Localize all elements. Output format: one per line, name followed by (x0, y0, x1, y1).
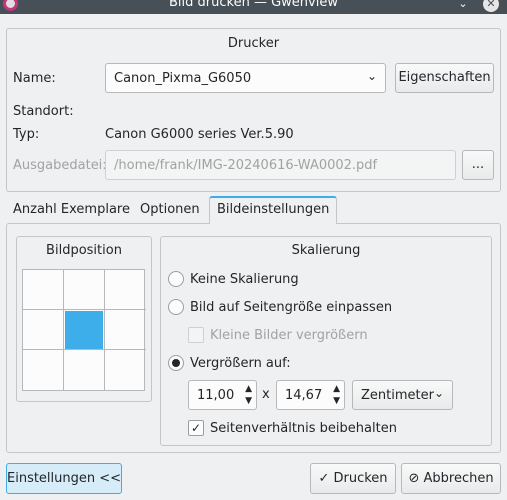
close-icon[interactable]: ✕ (483, 0, 499, 12)
width-spinbox[interactable]: 11,00 ▲ ▼ (188, 380, 257, 410)
chevron-down-icon: ⌄ (366, 69, 377, 83)
tab-image-settings[interactable]: Bildeinstellungen (209, 196, 338, 224)
fit-page-label[interactable]: Bild auf Seitengröße einpassen (190, 300, 392, 315)
print-button[interactable]: ✓ Drucken (310, 463, 396, 494)
keep-ratio-label[interactable]: Seitenverhältnis beibehalten (210, 421, 397, 436)
position-bottom-center[interactable] (64, 350, 105, 390)
enlarge-small-checkbox[interactable] (188, 327, 204, 343)
check-icon: ✓ (318, 471, 330, 486)
output-file-label: Ausgabedatei: (13, 158, 107, 173)
print-button-label: Drucken (333, 471, 388, 486)
properties-button[interactable]: Eigenschaften (395, 63, 494, 93)
position-top-right[interactable] (105, 270, 146, 310)
scale-to-label[interactable]: Vergrößern auf: (190, 356, 291, 371)
no-scaling-radio[interactable] (168, 271, 184, 287)
output-file-field[interactable]: /home/frank/IMG-20240616-WA0002.pdf (105, 150, 456, 180)
cancel-icon: ⊘ (408, 471, 420, 486)
position-bottom-left[interactable] (23, 350, 64, 390)
fit-page-radio[interactable] (168, 299, 184, 315)
tab-options[interactable]: Optionen (133, 196, 207, 224)
chevron-down-icon: ⌄ (433, 386, 444, 400)
no-scaling-label[interactable]: Keine Skalierung (190, 272, 299, 287)
unit-select[interactable]: Zentimeter ⌄ (352, 380, 453, 410)
location-label: Standort: (13, 104, 74, 119)
image-position-title: Bildposition (46, 243, 122, 258)
unit-select-value: Zentimeter (361, 388, 434, 403)
position-center-selected (65, 311, 103, 349)
tab-copies[interactable]: Anzahl Exemplare (6, 196, 137, 224)
image-position-grid (22, 269, 146, 391)
position-middle-right[interactable] (105, 310, 146, 350)
browse-button[interactable]: ... (462, 150, 494, 180)
type-value: Canon G6000 series Ver.5.90 (105, 127, 294, 142)
position-middle-left[interactable] (23, 310, 64, 350)
position-bottom-right[interactable] (105, 350, 146, 390)
output-file-value: /home/frank/IMG-20240616-WA0002.pdf (114, 158, 378, 173)
type-label: Typ: (13, 127, 40, 142)
width-value: 11,00 (197, 388, 235, 403)
position-top-left[interactable] (23, 270, 64, 310)
settings-toggle-button[interactable]: Einstellungen << (6, 463, 122, 494)
position-top-center[interactable] (64, 270, 105, 310)
window-titlebar: Bild drucken — Gwenview ⌄ ✕ (0, 0, 507, 14)
printer-name-label: Name: (13, 71, 56, 86)
position-center[interactable] (64, 310, 105, 350)
enlarge-small-label: Kleine Bilder vergrößern (210, 328, 368, 343)
window-title: Bild drucken — Gwenview (169, 0, 338, 10)
printer-select-value: Canon_Pixma_G6050 (114, 71, 252, 86)
spin-arrows-icon[interactable]: ▲ ▼ (333, 383, 340, 407)
height-value: 14,67 (285, 388, 323, 403)
printer-group-title: Drucker (227, 36, 280, 51)
keep-ratio-checkbox[interactable]: ✓ (188, 420, 204, 436)
minimize-icon[interactable]: ⌄ (455, 0, 471, 12)
height-spinbox[interactable]: 14,67 ▲ ▼ (276, 380, 345, 410)
times-symbol: x (262, 387, 270, 402)
cancel-button[interactable]: ⊘ Abbrechen (401, 463, 501, 494)
printer-select[interactable]: Canon_Pixma_G6050 ⌄ (105, 63, 386, 93)
scaling-title: Skalierung (291, 243, 361, 258)
cancel-button-label: Abbrechen (423, 471, 494, 486)
scale-to-radio[interactable] (168, 355, 184, 371)
spin-arrows-icon[interactable]: ▲ ▼ (245, 383, 252, 407)
